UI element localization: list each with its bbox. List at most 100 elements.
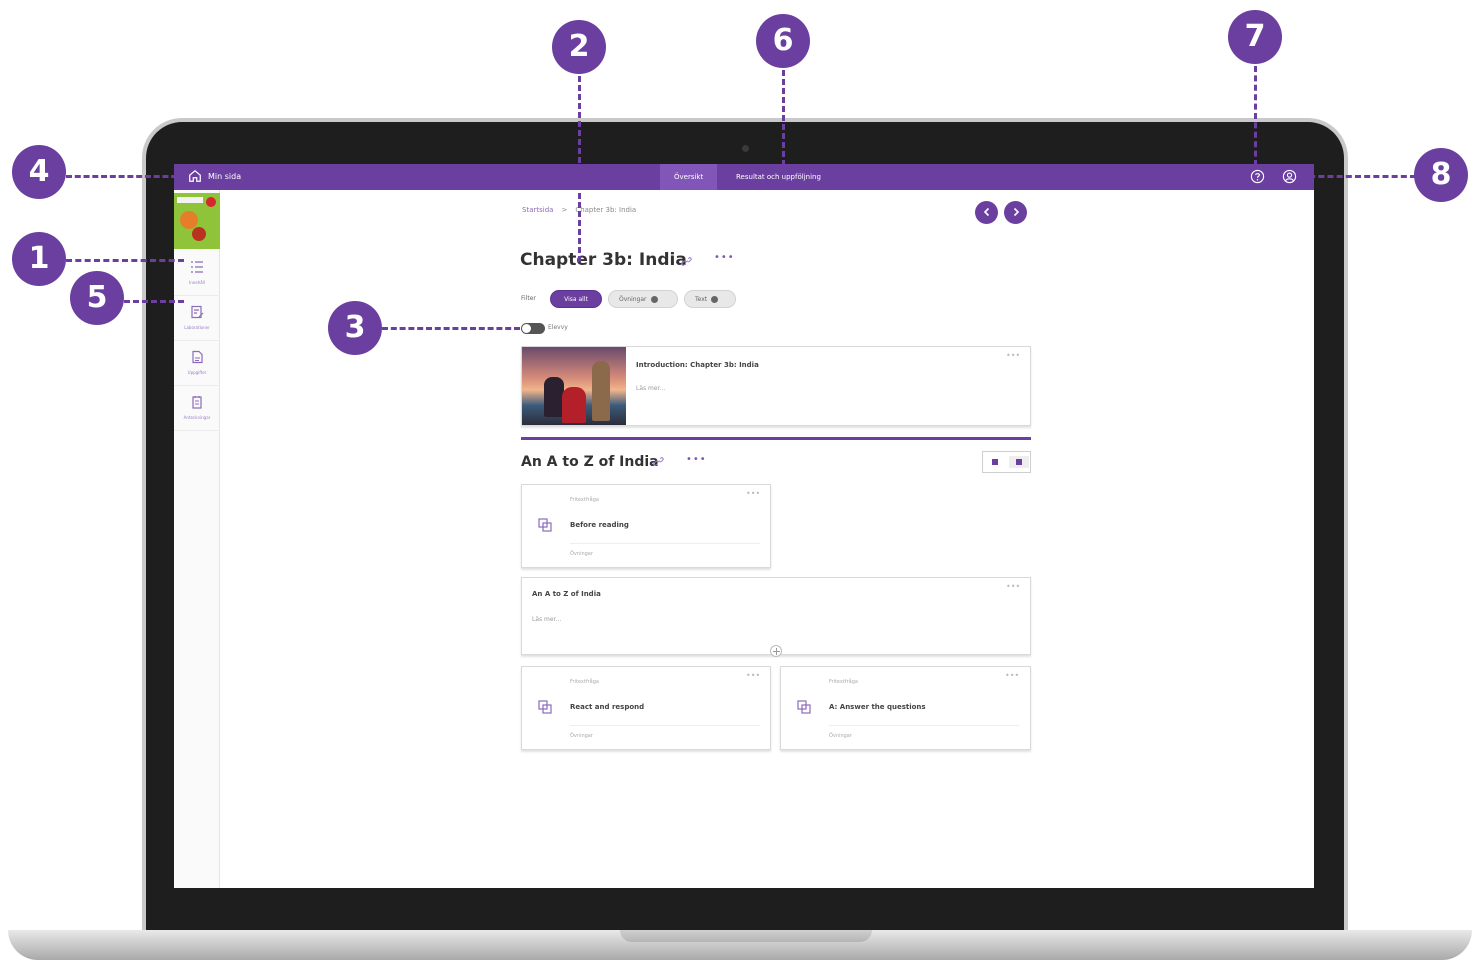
card-more-options[interactable]: ••• <box>1006 582 1020 591</box>
layout-view-toggle <box>982 451 1031 473</box>
laptop-notch <box>620 930 872 942</box>
callout-3: 3 <box>328 301 382 355</box>
callout-leader-4 <box>66 175 186 178</box>
next-chapter-button[interactable] <box>1004 201 1027 224</box>
notepad-icon <box>192 396 202 409</box>
photo-figure <box>592 361 610 421</box>
toggle-knob <box>522 324 531 333</box>
callout-leader-7 <box>1254 66 1257 166</box>
section-more-options[interactable]: ••• <box>686 454 707 465</box>
section-title: An A to Z of India <box>521 454 659 470</box>
document-icon <box>192 350 203 364</box>
sidebar-item-label: Anteckningar <box>183 415 211 420</box>
cover-shape <box>180 211 198 229</box>
sidebar-item-notes[interactable]: Anteckningar <box>174 387 220 431</box>
callout-2: 2 <box>552 20 606 74</box>
exercise-icon <box>538 700 552 714</box>
sidebar-item-label: Innehåll <box>189 280 205 285</box>
breadcrumb-home-link[interactable]: Startsida <box>522 206 553 214</box>
student-view-label: Elevvy <box>548 324 568 331</box>
text-card-title: An A to Z of India <box>532 590 601 598</box>
card-more-options[interactable]: ••• <box>746 489 760 498</box>
card-divider <box>570 543 760 544</box>
exercise-title: Before reading <box>570 521 629 529</box>
camera-dot <box>742 145 749 152</box>
exercise-category: Fritextfråga <box>570 497 599 503</box>
link-icon[interactable] <box>681 256 692 267</box>
exercise-icon <box>538 518 552 532</box>
photo-figure <box>544 377 564 417</box>
exercise-type: Övningar <box>570 551 593 557</box>
home-link[interactable]: Min sida <box>188 169 241 183</box>
sidebar-item-labs[interactable]: Laborationer <box>174 297 220 341</box>
top-navigation-bar: Min sida Översikt Resultat och uppföljni… <box>174 164 1314 190</box>
card-more-options[interactable]: ••• <box>1006 351 1020 360</box>
exercise-card-answer-questions[interactable]: Fritextfråga A: Answer the questions Övn… <box>780 666 1031 750</box>
remove-filter-icon <box>711 296 719 303</box>
callout-5: 5 <box>70 271 124 325</box>
callout-6: 6 <box>756 14 810 68</box>
user-account-icon[interactable] <box>1282 169 1297 184</box>
callout-leader-3 <box>382 327 520 330</box>
page-title: Chapter 3b: India <box>520 250 687 270</box>
exercise-title: A: Answer the questions <box>829 703 926 711</box>
grid-view-button[interactable] <box>1009 456 1029 468</box>
card-more-options[interactable]: ••• <box>746 671 760 680</box>
filter-chip-label: Text <box>695 296 708 303</box>
breadcrumb-current: Chapter 3b: India <box>575 206 637 214</box>
intro-card[interactable]: Introduction: Chapter 3b: India Läs mer.… <box>521 346 1031 426</box>
edit-note-icon <box>191 305 204 319</box>
chapter-more-options[interactable]: ••• <box>714 252 735 263</box>
link-icon[interactable] <box>653 456 664 467</box>
callout-7: 7 <box>1228 10 1282 64</box>
callout-leader-6 <box>782 70 785 166</box>
book-cover-thumbnail[interactable] <box>174 193 220 249</box>
callout-leader-2 <box>578 76 581 262</box>
add-content-button[interactable] <box>770 645 782 657</box>
callout-4: 4 <box>12 145 66 199</box>
filter-chip-label: Övningar <box>619 296 647 303</box>
intro-card-title: Introduction: Chapter 3b: India <box>636 361 759 369</box>
cover-shape <box>192 227 206 241</box>
previous-chapter-button[interactable] <box>975 201 998 224</box>
list-view-icon <box>992 459 998 465</box>
remove-filter-icon <box>650 296 658 303</box>
callout-leader-5 <box>124 300 184 303</box>
exercise-card-before-reading[interactable]: Fritextfråga Before reading Övningar ••• <box>521 484 771 568</box>
card-divider <box>570 725 760 726</box>
cover-title-strip <box>177 197 203 203</box>
home-link-label: Min sida <box>208 171 242 181</box>
tab-resultat[interactable]: Resultat och uppföljning <box>722 164 835 190</box>
cover-badge <box>206 197 216 207</box>
sidebar-item-tasks[interactable]: Uppgifter <box>174 342 220 386</box>
exercise-type: Övningar <box>570 733 593 739</box>
photo-figure <box>562 387 586 423</box>
intro-read-more[interactable]: Läs mer... <box>636 385 665 392</box>
filter-chip-exercises[interactable]: Övningar <box>608 290 678 308</box>
help-icon[interactable] <box>1250 169 1265 184</box>
text-card-a-to-z[interactable]: An A to Z of India Läs mer... ••• <box>521 577 1031 655</box>
callout-1: 1 <box>12 232 66 286</box>
filter-chip-show-all[interactable]: Visa allt <box>550 290 602 308</box>
left-sidebar: Innehåll Laborationer Uppgifter Anteckni… <box>174 190 220 888</box>
filter-chip-text[interactable]: Text <box>684 290 736 308</box>
card-more-options[interactable]: ••• <box>1005 671 1019 680</box>
breadcrumb-separator: > <box>561 206 568 214</box>
exercise-category: Fritextfråga <box>570 679 599 685</box>
filter-label: Filter <box>521 295 536 302</box>
text-card-read-more[interactable]: Läs mer... <box>532 616 561 623</box>
tab-oversikt[interactable]: Översikt <box>660 164 718 190</box>
exercise-type: Övningar <box>829 733 852 739</box>
exercise-card-react-respond[interactable]: Fritextfråga React and respond Övningar … <box>521 666 771 750</box>
sidebar-item-label: Uppgifter <box>187 370 207 375</box>
home-icon <box>189 169 201 182</box>
student-view-toggle[interactable] <box>521 323 545 334</box>
list-view-button[interactable] <box>985 456 1005 468</box>
callout-leader-8 <box>1300 175 1416 178</box>
exercise-title: React and respond <box>570 703 645 711</box>
callout-leader-1 <box>66 259 184 262</box>
grid-view-icon <box>1016 459 1022 465</box>
exercise-icon <box>797 700 811 714</box>
chevron-left-icon <box>983 207 990 217</box>
sidebar-item-label: Laborationer <box>184 325 210 330</box>
